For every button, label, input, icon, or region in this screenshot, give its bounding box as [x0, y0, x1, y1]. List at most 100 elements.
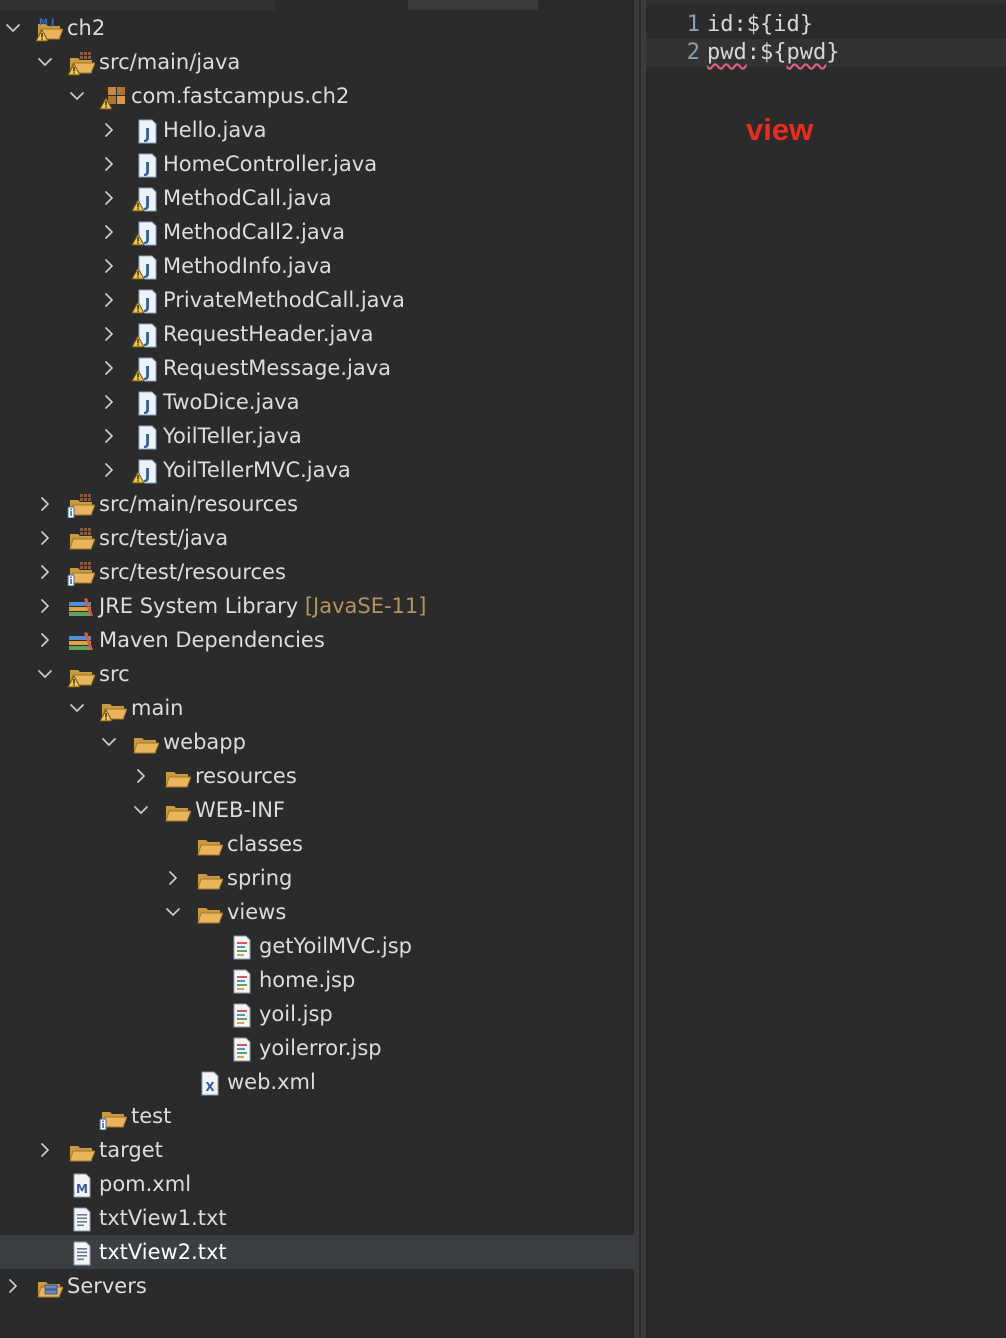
tree-item[interactable]: J HomeController.java	[0, 147, 634, 181]
chevron-right-icon[interactable]	[99, 249, 119, 283]
tree-item[interactable]: webapp	[0, 725, 634, 759]
code-line[interactable]: 2 pwd:${pwd}	[646, 39, 1006, 67]
text-editor[interactable]: 1 id:${id} 2 pwd:${pwd} view	[646, 0, 1006, 1338]
chevron-right-icon[interactable]	[99, 181, 119, 215]
tree-item[interactable]: J RequestHeader.java	[0, 317, 634, 351]
chevron-right-icon[interactable]	[99, 351, 119, 385]
tree-item[interactable]: J RequestMessage.java	[0, 351, 634, 385]
tree-item[interactable]: src/main/resources	[0, 487, 634, 521]
tree-item[interactable]: src/test/resources	[0, 555, 634, 589]
chevron-right-icon[interactable]	[99, 385, 119, 419]
chevron-right-icon[interactable]	[35, 589, 55, 623]
tree-item-label: RequestMessage.java	[163, 351, 391, 385]
chevron-right-icon[interactable]	[99, 113, 119, 147]
chevron-right-icon[interactable]	[99, 147, 119, 181]
tree-item[interactable]: getYoilMVC.jsp	[0, 929, 634, 963]
tree-item[interactable]: src	[0, 657, 634, 691]
tree-item[interactable]: spring	[0, 861, 634, 895]
tree-item[interactable]: J Hello.java	[0, 113, 634, 147]
code-token: id:${id}	[707, 12, 813, 37]
tree-item-text: ch2	[67, 16, 106, 40]
chevron-right-icon[interactable]	[99, 453, 119, 487]
tree-item[interactable]: Mpom.xml	[0, 1167, 634, 1201]
tree-item[interactable]: yoil.jsp	[0, 997, 634, 1031]
chevron-right-icon[interactable]	[99, 419, 119, 453]
chevron-right-icon[interactable]	[131, 759, 151, 793]
chevron-down-icon[interactable]	[35, 45, 55, 79]
tree-item-label: txtView2.txt	[99, 1235, 227, 1269]
tree-item-text: Maven Dependencies	[99, 628, 325, 652]
tree-item[interactable]: main	[0, 691, 634, 725]
tree-item[interactable]: home.jsp	[0, 963, 634, 997]
pane-divider[interactable]	[634, 0, 646, 1338]
chevron-right-icon[interactable]	[99, 317, 119, 351]
source-folder-icon	[67, 526, 96, 552]
explorer-tab-secondary[interactable]	[408, 0, 538, 10]
tree-item[interactable]: J YoilTeller.java	[0, 419, 634, 453]
tree-item[interactable]: Maven Dependencies	[0, 623, 634, 657]
chevron-right-icon[interactable]	[99, 283, 119, 317]
tree-item-text: MethodInfo.java	[163, 254, 332, 278]
code-line[interactable]: 1 id:${id}	[646, 11, 1006, 39]
project-tree: M Jch2 src/main/java com.fastcampus.ch2 J Hel…	[0, 11, 634, 1303]
chevron-down-icon[interactable]	[163, 895, 183, 929]
tree-item[interactable]: J MethodInfo.java	[0, 249, 634, 283]
chevron-down-icon[interactable]	[3, 11, 23, 45]
tree-item-label: target	[99, 1133, 163, 1167]
tree-item[interactable]: Xweb.xml	[0, 1065, 634, 1099]
tree-item-label: JRE System Library [JavaSE-11]	[99, 589, 426, 623]
tree-item[interactable]: txtView2.txt	[0, 1235, 634, 1269]
chevron-down-icon[interactable]	[99, 725, 119, 759]
chevron-right-icon[interactable]	[3, 1269, 23, 1303]
svg-text:J: J	[144, 397, 151, 415]
svg-text:J: J	[144, 125, 151, 143]
chevron-right-icon[interactable]	[35, 1133, 55, 1167]
tree-item-label: pom.xml	[99, 1167, 191, 1201]
java-file-warning-icon: J	[131, 254, 159, 280]
tree-item[interactable]: J TwoDice.java	[0, 385, 634, 419]
tree-item[interactable]: views	[0, 895, 634, 929]
chevron-right-icon[interactable]	[99, 215, 119, 249]
tree-item[interactable]: classes	[0, 827, 634, 861]
chevron-right-icon[interactable]	[35, 521, 55, 555]
tree-item-label: yoil.jsp	[259, 997, 333, 1031]
chevron-right-icon[interactable]	[163, 861, 183, 895]
chevron-right-icon[interactable]	[35, 555, 55, 589]
source-folder-info-icon	[67, 560, 96, 587]
explorer-tab[interactable]	[0, 0, 275, 10]
tree-item[interactable]: test	[0, 1099, 634, 1133]
folder-open-warning-icon	[99, 696, 128, 722]
tree-item-text: test	[131, 1104, 172, 1128]
tree-item[interactable]: J MethodCall2.java	[0, 215, 634, 249]
folder-open-icon	[67, 1138, 96, 1164]
chevron-right-icon[interactable]	[35, 487, 55, 521]
tree-item-text: home.jsp	[259, 968, 356, 992]
tree-item[interactable]: M Jch2	[0, 11, 634, 45]
chevron-down-icon[interactable]	[131, 793, 151, 827]
tree-item[interactable]: J YoilTellerMVC.java	[0, 453, 634, 487]
chevron-right-icon[interactable]	[35, 623, 55, 657]
tree-item[interactable]: com.fastcampus.ch2	[0, 79, 634, 113]
tree-item[interactable]: src/main/java	[0, 45, 634, 79]
folder-open-icon	[163, 764, 192, 790]
java-file-warning-icon: J	[131, 322, 159, 348]
tree-item[interactable]: src/test/java	[0, 521, 634, 555]
tree-item[interactable]: J MethodCall.java	[0, 181, 634, 215]
chevron-down-icon[interactable]	[67, 79, 87, 113]
svg-text:M: M	[76, 1182, 88, 1196]
tree-item[interactable]: resources	[0, 759, 634, 793]
tree-item[interactable]: JRE System Library [JavaSE-11]	[0, 589, 634, 623]
tree-item[interactable]: Servers	[0, 1269, 634, 1303]
chevron-down-icon[interactable]	[67, 691, 87, 725]
tree-item-text: HomeController.java	[163, 152, 378, 176]
java-file-icon: J	[131, 152, 159, 178]
maven-project-warning-icon: MJ	[35, 16, 64, 42]
tree-item[interactable]: yoilerror.jsp	[0, 1031, 634, 1065]
chevron-down-icon[interactable]	[35, 657, 55, 691]
tree-item[interactable]: target	[0, 1133, 634, 1167]
tree-item[interactable]: J PrivateMethodCall.java	[0, 283, 634, 317]
package-warning-icon	[99, 84, 127, 110]
tree-item[interactable]: txtView1.txt	[0, 1201, 634, 1235]
java-file-icon: J	[131, 424, 159, 450]
tree-item[interactable]: WEB-INF	[0, 793, 634, 827]
